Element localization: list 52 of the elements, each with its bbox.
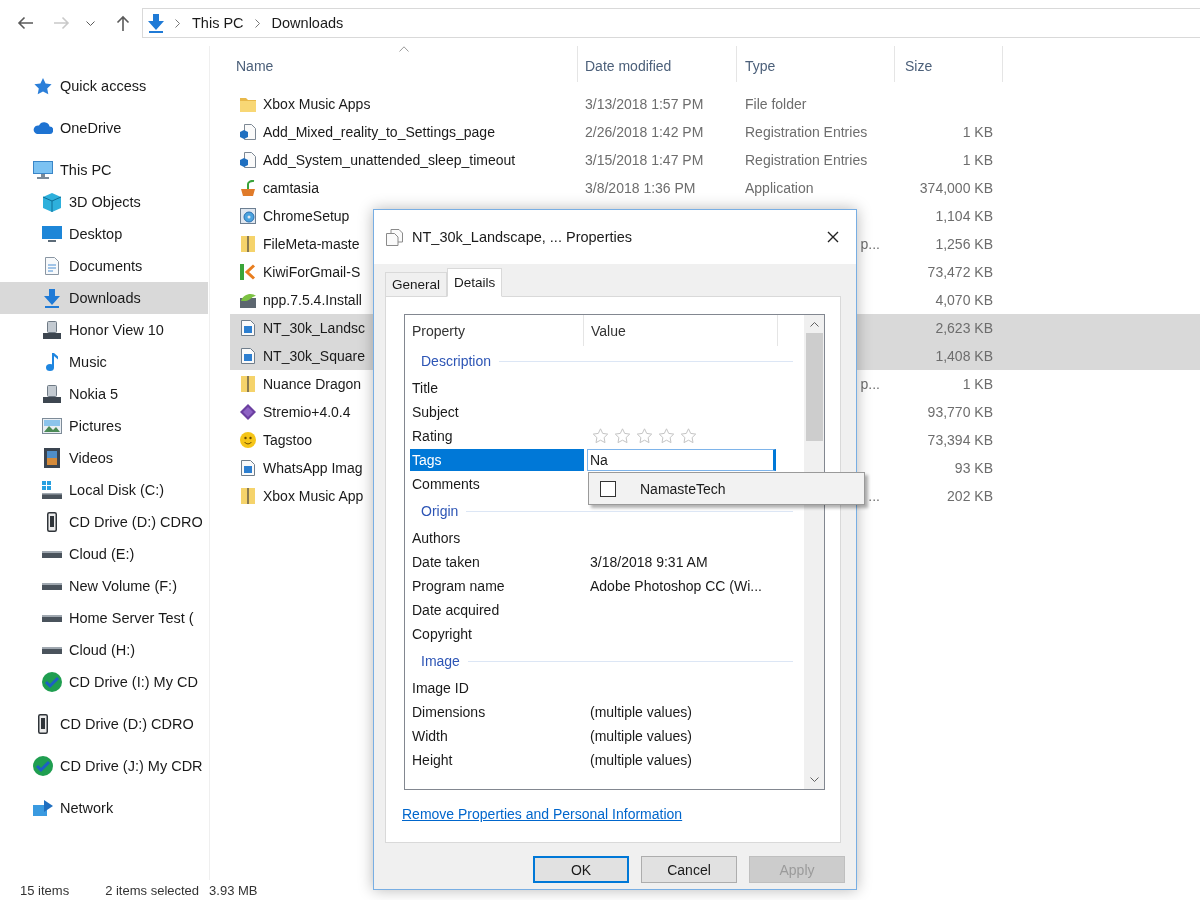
file-size: 73,472 KB	[927, 264, 993, 280]
file-size: 374,000 KB	[919, 180, 993, 196]
file-type: p...	[860, 236, 880, 252]
file-type: ...	[868, 488, 880, 504]
group-heading: Origin	[421, 503, 459, 519]
file-size: 202 KB	[947, 488, 993, 504]
selection-count: 2 items selected	[105, 882, 200, 898]
date-modified: 3/15/2018 1:47 PM	[585, 152, 704, 168]
file-name: WhatsApp Imag	[263, 460, 363, 476]
property-value: (multiple values)	[590, 752, 692, 768]
file-name: camtasia	[263, 180, 320, 196]
group-heading: Description	[421, 353, 492, 369]
date-modified: 2/26/2018 1:42 PM	[585, 124, 704, 140]
file-type: Registration Entries	[745, 124, 868, 140]
file-name: Xbox Music Apps	[263, 96, 371, 112]
file-size: 1 KB	[962, 152, 993, 168]
property-value: (multiple values)	[590, 728, 692, 744]
item-count: 15 items	[20, 882, 70, 898]
file-name: Add_System_unattended_sleep_timeout	[263, 152, 516, 168]
file-name: Tagstoo	[263, 432, 313, 448]
file-size: 93,770 KB	[927, 404, 993, 420]
file-size: 4,070 KB	[935, 292, 993, 308]
file-name: KiwiForGmail-S	[263, 264, 361, 280]
file-size: 1 KB	[962, 376, 993, 392]
file-size: 93 KB	[954, 460, 993, 476]
file-size: 2,623 KB	[935, 320, 993, 336]
property-value: Adobe Photoshop CC (Wi...	[590, 578, 762, 594]
file-type: File folder	[745, 96, 807, 112]
file-name: Add_Mixed_reality_to_Settings_page	[263, 124, 495, 140]
file-name: FileMeta-maste	[263, 236, 360, 252]
file-size: 1,408 KB	[935, 348, 993, 364]
file-size: 1,104 KB	[935, 208, 993, 224]
file-size: 1 KB	[962, 124, 993, 140]
property-value: 3/18/2018 9:31 AM	[590, 554, 708, 570]
file-type: Registration Entries	[745, 152, 868, 168]
date-modified: 3/8/2018 1:36 PM	[585, 180, 696, 196]
file-name: ChromeSetup	[263, 208, 350, 224]
file-size: 1,256 KB	[935, 236, 993, 252]
file-name: Xbox Music App	[263, 488, 364, 504]
property-value: (multiple values)	[590, 704, 692, 720]
date-modified: 3/13/2018 1:57 PM	[585, 96, 704, 112]
file-size: 73,394 KB	[927, 432, 993, 448]
file-type: Application	[745, 180, 814, 196]
selection-size: 3.93 MB	[209, 882, 258, 898]
file-name: Nuance Dragon	[263, 376, 362, 392]
file-name: NT_30k_Square	[263, 348, 365, 364]
dialog-title: NT_30k_Landscape, ... Properties	[412, 229, 633, 245]
file-name: NT_30k_Landsc	[263, 320, 365, 336]
file-type: p...	[860, 376, 880, 392]
group-heading: Image	[421, 653, 460, 669]
file-name: npp.7.5.4.Install	[263, 292, 362, 308]
file-name: Stremio+4.0.4	[263, 404, 351, 420]
